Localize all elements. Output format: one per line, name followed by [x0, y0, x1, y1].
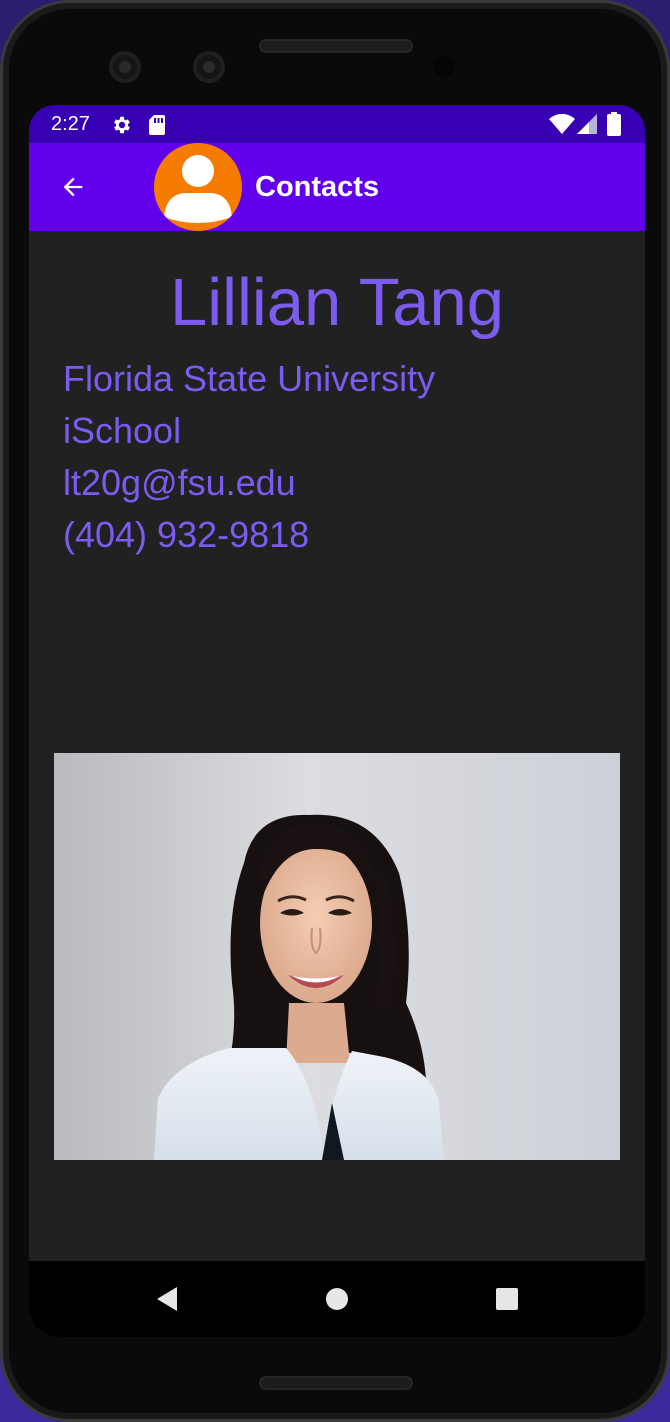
contact-organization: Florida State University	[63, 358, 436, 399]
contact-name: Lillian Tang	[169, 265, 505, 340]
wifi-icon	[549, 113, 575, 139]
status-time: 2:27	[51, 113, 90, 135]
contact-photo	[54, 753, 620, 1160]
phone-frame: 2:27 Contacts Lillian Tang Florida State…	[0, 0, 670, 1422]
navigation-bar	[29, 1261, 645, 1337]
earpiece-speaker	[259, 39, 413, 53]
proximity-sensor	[433, 55, 455, 77]
settings-icon	[111, 114, 133, 141]
home-circle-icon[interactable]	[317, 1279, 357, 1319]
contact-department: iSchool	[63, 410, 182, 451]
battery-icon	[607, 112, 621, 141]
bottom-speaker	[259, 1376, 413, 1390]
app-bar-title: Contacts	[255, 171, 380, 203]
recents-square-icon[interactable]	[487, 1279, 527, 1319]
arrow-back-icon[interactable]	[51, 165, 95, 209]
front-camera-left	[109, 51, 141, 83]
app-bar: Contacts	[29, 143, 645, 231]
contact-email[interactable]: lt20g@fsu.edu	[63, 457, 296, 509]
sd-card-icon	[148, 114, 166, 141]
screen: 2:27 Contacts Lillian Tang Florida State…	[29, 105, 645, 1337]
status-bar: 2:27	[29, 105, 645, 143]
contact-phone[interactable]: (404) 932-9818	[63, 509, 309, 561]
back-triangle-icon[interactable]	[147, 1279, 187, 1319]
front-camera-right	[193, 51, 225, 83]
signal-icon	[577, 114, 597, 139]
person-avatar-icon[interactable]	[154, 143, 242, 231]
